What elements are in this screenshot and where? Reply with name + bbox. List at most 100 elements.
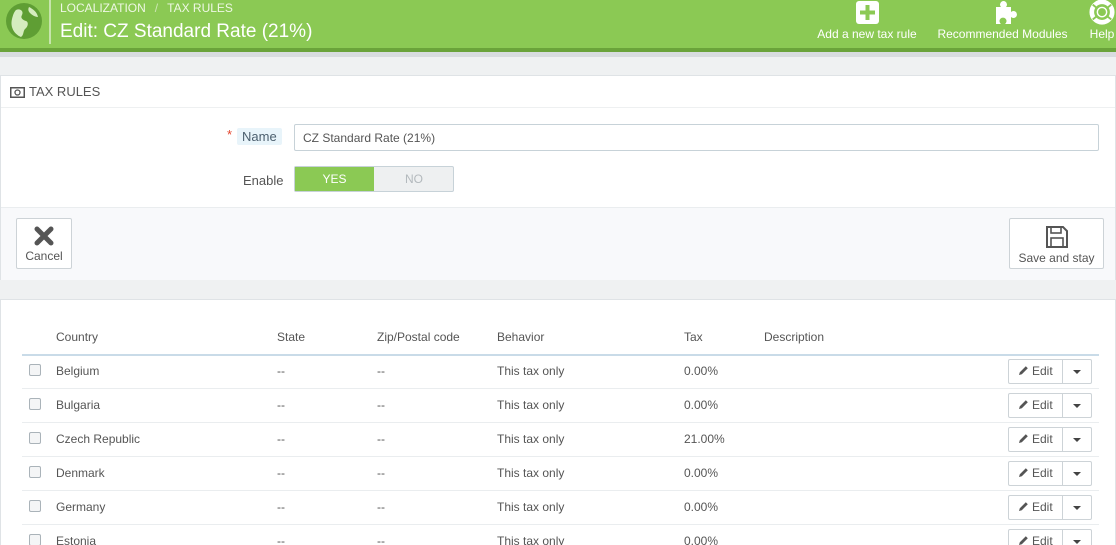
name-label: Name — [237, 128, 282, 145]
pencil-icon — [1019, 536, 1028, 545]
pencil-icon — [1019, 400, 1028, 409]
caret-down-icon — [1073, 540, 1081, 544]
row-actions-dropdown[interactable] — [1063, 462, 1091, 485]
edit-button[interactable]: Edit — [1009, 394, 1063, 417]
breadcrumb-localization[interactable]: LOCALIZATION — [60, 1, 146, 15]
row-checkbox[interactable] — [29, 534, 41, 545]
enable-no-option[interactable]: NO — [375, 167, 453, 191]
enable-label: Enable — [243, 173, 284, 188]
row-actions: Edit — [1008, 529, 1092, 545]
help-button[interactable]: Help — [1080, 0, 1116, 44]
column-header-country[interactable]: Country — [56, 330, 98, 344]
save-and-stay-button[interactable]: Save and stay — [1009, 218, 1104, 269]
cell-country: Bulgaria — [56, 398, 101, 412]
cell-behavior: This tax only — [497, 466, 565, 480]
column-header-state[interactable]: State — [277, 330, 305, 344]
pencil-icon — [1019, 366, 1028, 375]
enable-switch[interactable]: YES NO — [294, 166, 454, 192]
edit-label: Edit — [1032, 364, 1053, 378]
breadcrumb: LOCALIZATION / TAX RULES — [60, 1, 233, 15]
cell-behavior: This tax only — [497, 398, 565, 412]
page-header: LOCALIZATION / TAX RULES Edit: CZ Standard… — [0, 0, 1116, 48]
pencil-icon — [1019, 502, 1028, 511]
edit-label: Edit — [1032, 432, 1053, 446]
edit-label: Edit — [1032, 398, 1053, 412]
row-actions-dropdown[interactable] — [1063, 496, 1091, 519]
name-input[interactable] — [294, 124, 1099, 151]
table-row: Estonia -- -- This tax only 0.00% Edit — [22, 525, 1099, 545]
help-label: Help — [1089, 27, 1115, 41]
caret-down-icon — [1073, 404, 1081, 408]
cell-behavior: This tax only — [497, 364, 565, 378]
cell-tax: 0.00% — [684, 466, 719, 480]
edit-button[interactable]: Edit — [1009, 462, 1063, 485]
lifebuoy-icon — [1089, 0, 1115, 25]
caret-down-icon — [1073, 438, 1081, 442]
row-actions: Edit — [1008, 393, 1092, 418]
table-row: Czech Republic -- -- This tax only 21.00… — [22, 423, 1099, 457]
column-header-behavior[interactable]: Behavior — [497, 330, 544, 344]
caret-down-icon — [1073, 472, 1081, 476]
breadcrumb-tax-rules[interactable]: TAX RULES — [167, 1, 233, 15]
column-header-zip[interactable]: Zip/Postal code — [377, 330, 460, 344]
edit-button[interactable]: Edit — [1009, 496, 1063, 519]
caret-down-icon — [1073, 370, 1081, 374]
edit-button[interactable]: Edit — [1009, 530, 1063, 545]
row-checkbox[interactable] — [29, 500, 41, 512]
add-tax-rule-label: Add a new tax rule — [817, 27, 917, 41]
panel-footer: Cancel Save and stay — [1, 207, 1115, 280]
tax-rules-table-panel: Country State Zip/Postal code Behavior T… — [0, 299, 1116, 545]
table-row: Denmark -- -- This tax only 0.00% Edit — [22, 457, 1099, 491]
cell-country: Czech Republic — [56, 432, 141, 446]
cell-country: Belgium — [56, 364, 100, 378]
cancel-label: Cancel — [25, 249, 63, 263]
pencil-icon — [1019, 468, 1028, 477]
cell-zip: -- — [377, 398, 385, 412]
cancel-button[interactable]: Cancel — [16, 218, 72, 269]
cell-zip: -- — [377, 432, 385, 446]
edit-label: Edit — [1032, 466, 1053, 480]
edit-button[interactable]: Edit — [1009, 360, 1063, 383]
table-row: Bulgaria -- -- This tax only 0.00% Edit — [22, 389, 1099, 423]
cell-zip: -- — [377, 466, 385, 480]
cell-state: -- — [277, 432, 285, 446]
add-tax-rule-button[interactable]: Add a new tax rule — [812, 0, 922, 44]
row-actions-dropdown[interactable] — [1063, 530, 1091, 545]
cell-zip: -- — [377, 534, 385, 545]
row-actions: Edit — [1008, 427, 1092, 452]
cell-tax: 0.00% — [684, 500, 719, 514]
page-title: Edit: CZ Standard Rate (21%) — [60, 21, 313, 42]
row-actions-dropdown[interactable] — [1063, 360, 1091, 383]
enable-yes-option[interactable]: YES — [295, 167, 374, 191]
edit-button[interactable]: Edit — [1009, 428, 1063, 451]
cell-zip: -- — [377, 364, 385, 378]
breadcrumb-separator: / — [154, 1, 159, 15]
cell-tax: 0.00% — [684, 534, 719, 545]
panel-title: TAX RULES — [10, 84, 100, 99]
row-actions-dropdown[interactable] — [1063, 394, 1091, 417]
cell-state: -- — [277, 364, 285, 378]
cell-behavior: This tax only — [497, 534, 565, 545]
caret-down-icon — [1073, 506, 1081, 510]
row-checkbox[interactable] — [29, 432, 41, 444]
column-header-tax[interactable]: Tax — [684, 330, 703, 344]
table-row: Belgium -- -- This tax only 0.00% Edit — [22, 355, 1099, 389]
money-icon — [10, 87, 25, 98]
column-header-description[interactable]: Description — [764, 330, 824, 344]
row-actions-dropdown[interactable] — [1063, 428, 1091, 451]
row-checkbox[interactable] — [29, 466, 41, 478]
cell-tax: 0.00% — [684, 398, 719, 412]
edit-label: Edit — [1032, 500, 1053, 514]
cell-state: -- — [277, 500, 285, 514]
row-checkbox[interactable] — [29, 364, 41, 376]
cell-country: Estonia — [56, 534, 97, 545]
panel-divider — [1, 107, 1115, 108]
row-checkbox[interactable] — [29, 398, 41, 410]
pencil-icon — [1019, 434, 1028, 443]
cell-country: Denmark — [56, 466, 105, 480]
required-marker: * — [227, 127, 233, 142]
table-row: Germany -- -- This tax only 0.00% Edit — [22, 491, 1099, 525]
recommended-modules-button[interactable]: Recommended Modules — [930, 0, 1075, 44]
tax-rule-form-panel: TAX RULES * Name Enable YES NO Cancel Sa… — [0, 75, 1116, 280]
edit-label: Edit — [1032, 534, 1053, 545]
